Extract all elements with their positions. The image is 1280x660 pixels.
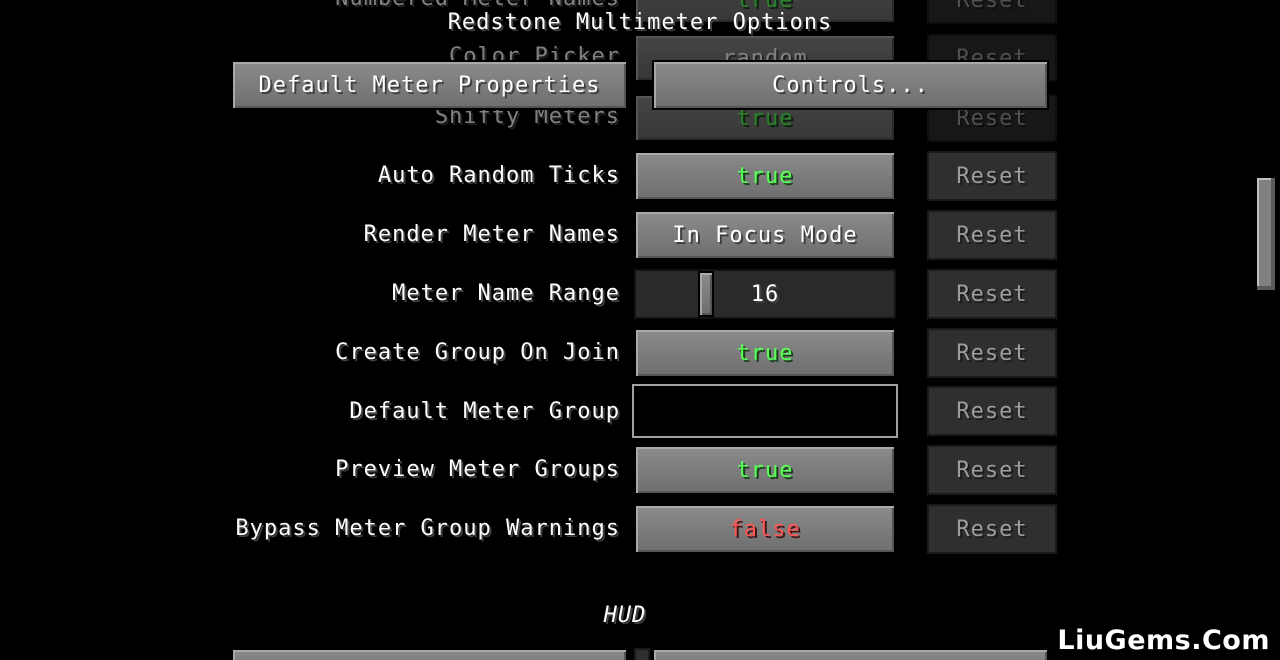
- slider-value: 16: [750, 281, 780, 307]
- scrollbar-thumb[interactable]: [1257, 178, 1275, 290]
- preview-meter-groups-toggle[interactable]: true: [634, 445, 896, 495]
- scrollbar-track[interactable]: [1256, 0, 1276, 660]
- option-label: Render Meter Names: [363, 222, 620, 247]
- reset-button[interactable]: Reset: [927, 269, 1057, 319]
- meter-name-range-slider[interactable]: 16: [634, 269, 896, 319]
- next-row-right-button[interactable]: [652, 648, 1049, 660]
- auto-random-ticks-toggle[interactable]: true: [634, 151, 896, 201]
- render-meter-names-button[interactable]: In Focus Mode: [634, 210, 896, 260]
- reset-button[interactable]: Reset: [927, 386, 1057, 436]
- option-label: Meter Name Range: [392, 281, 620, 306]
- reset-button[interactable]: Reset: [927, 445, 1057, 495]
- next-row-left-button[interactable]: [231, 648, 628, 660]
- next-row-slider-handle[interactable]: [634, 648, 650, 660]
- reset-button[interactable]: Reset: [927, 210, 1057, 260]
- option-label: Default Meter Group: [349, 399, 620, 424]
- option-label: Auto Random Ticks: [377, 163, 620, 188]
- slider-handle[interactable]: [698, 271, 714, 317]
- watermark-text: LiuGems.Com: [1057, 625, 1270, 656]
- default-meter-group-input[interactable]: [632, 384, 898, 438]
- reset-button[interactable]: Reset: [927, 328, 1057, 378]
- controls-button[interactable]: Controls...: [652, 60, 1049, 110]
- create-group-on-join-toggle[interactable]: true: [634, 328, 896, 378]
- reset-button[interactable]: Reset: [927, 151, 1057, 201]
- default-meter-properties-button[interactable]: Default Meter Properties: [231, 60, 628, 110]
- screen-title: Redstone Multimeter Options: [447, 10, 833, 35]
- bypass-meter-group-warnings-toggle[interactable]: false: [634, 504, 896, 554]
- reset-button[interactable]: Reset: [927, 504, 1057, 554]
- option-label: Create Group On Join: [335, 340, 620, 365]
- option-label: Bypass Meter Group Warnings: [235, 516, 620, 541]
- option-label: Preview Meter Groups: [335, 457, 620, 482]
